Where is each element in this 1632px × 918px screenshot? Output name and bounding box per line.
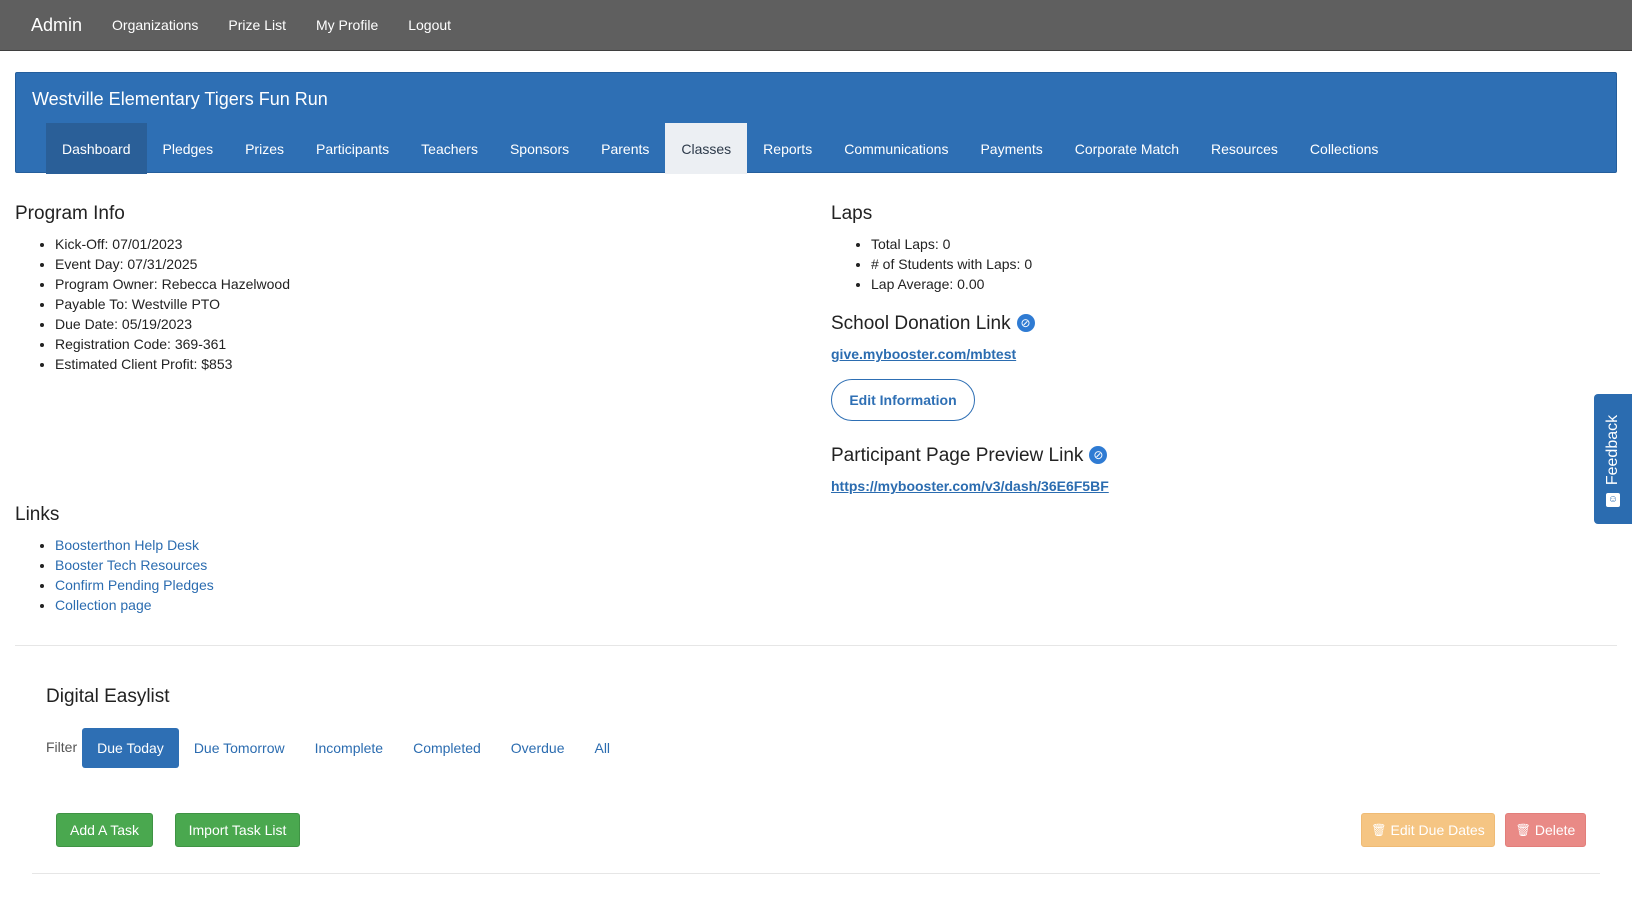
trash-icon: 🗑 (1371, 823, 1387, 837)
list-item: Event Day: 07/31/2025 (55, 254, 290, 274)
nav-prize-list[interactable]: Prize List (228, 17, 286, 33)
list-item: Due Date: 05/19/2023 (55, 314, 290, 334)
list-item: # of Students with Laps: 0 (871, 254, 1032, 274)
filter-completed[interactable]: Completed (398, 728, 496, 768)
list-item: Collection page (55, 595, 214, 615)
program-info-list: Kick-Off: 07/01/2023 Event Day: 07/31/20… (15, 234, 290, 374)
nav-logout[interactable]: Logout (408, 17, 451, 33)
tab-collections[interactable]: Collections (1294, 123, 1394, 174)
section-divider (15, 645, 1617, 646)
edit-due-dates-button[interactable]: 🗑 Edit Due Dates (1361, 813, 1495, 847)
tab-corporate-match[interactable]: Corporate Match (1059, 123, 1195, 174)
donation-link[interactable]: give.mybooster.com/mbtest (831, 346, 1016, 362)
tab-teachers[interactable]: Teachers (405, 123, 494, 174)
laps-list: Total Laps: 0 # of Students with Laps: 0… (831, 234, 1032, 294)
tech-resources-link[interactable]: Booster Tech Resources (55, 557, 207, 573)
donation-title-text: School Donation Link (831, 313, 1011, 334)
add-task-button[interactable]: Add A Task (56, 813, 153, 847)
list-item: Lap Average: 0.00 (871, 274, 1032, 294)
list-item: Program Owner: Rebecca Hazelwood (55, 274, 290, 294)
list-item: Total Laps: 0 (871, 234, 1032, 254)
program-tabs: Dashboard Pledges Prizes Participants Te… (46, 123, 1394, 174)
filter-label: Filter (46, 739, 78, 755)
easylist-title: Digital Easylist (46, 686, 170, 707)
tab-dashboard[interactable]: Dashboard (46, 123, 147, 174)
edit-due-dates-label: Edit Due Dates (1390, 822, 1485, 838)
link-info-icon[interactable]: ⊘ (1089, 446, 1108, 464)
filter-due-tomorrow[interactable]: Due Tomorrow (179, 728, 300, 768)
delete-label: Delete (1534, 822, 1576, 838)
tab-sponsors[interactable]: Sponsors (494, 123, 585, 174)
top-navbar: Admin Organizations Prize List My Profil… (0, 0, 1632, 51)
tab-payments[interactable]: Payments (964, 123, 1058, 174)
brand-link[interactable]: Admin (31, 15, 82, 36)
tab-prizes[interactable]: Prizes (229, 123, 300, 174)
links-title: Links (15, 504, 60, 525)
tab-parents[interactable]: Parents (585, 123, 665, 174)
filter-due-today[interactable]: Due Today (82, 728, 179, 768)
collection-page-link[interactable]: Collection page (55, 597, 152, 613)
confirm-pledges-link[interactable]: Confirm Pending Pledges (55, 577, 214, 593)
feedback-tab[interactable]: Feedback ☺ (1594, 394, 1632, 524)
nav-organizations[interactable]: Organizations (112, 17, 198, 33)
delete-button[interactable]: 🗑 Delete (1505, 813, 1586, 847)
help-desk-link[interactable]: Boosterthon Help Desk (55, 537, 199, 553)
list-item: Payable To: Westville PTO (55, 294, 290, 314)
tab-participants[interactable]: Participants (300, 123, 405, 174)
section-divider (32, 873, 1600, 874)
list-item: Estimated Client Profit: $853 (55, 354, 290, 374)
nav-my-profile[interactable]: My Profile (316, 17, 378, 33)
trash-icon: 🗑 (1515, 823, 1531, 837)
program-title: Westville Elementary Tigers Fun Run (32, 89, 328, 109)
tab-resources[interactable]: Resources (1195, 123, 1294, 174)
program-header-panel: Westville Elementary Tigers Fun Run Dash… (15, 72, 1617, 174)
easylist-filter-bar: Filter Due Today Due Tomorrow Incomplete… (46, 728, 625, 768)
list-item: Kick-Off: 07/01/2023 (55, 234, 290, 254)
link-info-icon[interactable]: ⊘ (1016, 314, 1035, 332)
laps-title: Laps (831, 203, 873, 224)
preview-title: Participant Page Preview Link ⊘ (831, 445, 1108, 467)
filter-all[interactable]: All (579, 728, 625, 768)
tab-reports[interactable]: Reports (747, 123, 828, 174)
donation-title: School Donation Link ⊘ (831, 313, 1035, 335)
links-list: Boosterthon Help Desk Booster Tech Resou… (15, 535, 214, 615)
import-task-list-button[interactable]: Import Task List (175, 813, 300, 847)
tab-pledges[interactable]: Pledges (147, 123, 230, 174)
filter-overdue[interactable]: Overdue (496, 728, 580, 768)
list-item: Boosterthon Help Desk (55, 535, 214, 555)
program-info-title: Program Info (15, 203, 125, 224)
tab-classes[interactable]: Classes (665, 123, 748, 174)
list-item: Booster Tech Resources (55, 555, 214, 575)
list-item: Registration Code: 369-361 (55, 334, 290, 354)
tab-communications[interactable]: Communications (828, 123, 964, 174)
preview-title-text: Participant Page Preview Link (831, 445, 1084, 466)
feedback-label: Feedback (1604, 414, 1622, 486)
edit-information-button[interactable]: Edit Information (831, 379, 975, 421)
feedback-icon: ☺ (1606, 493, 1620, 507)
list-item: Confirm Pending Pledges (55, 575, 214, 595)
filter-incomplete[interactable]: Incomplete (300, 728, 398, 768)
preview-link[interactable]: https://mybooster.com/v3/dash/36E6F5BF (831, 478, 1109, 494)
